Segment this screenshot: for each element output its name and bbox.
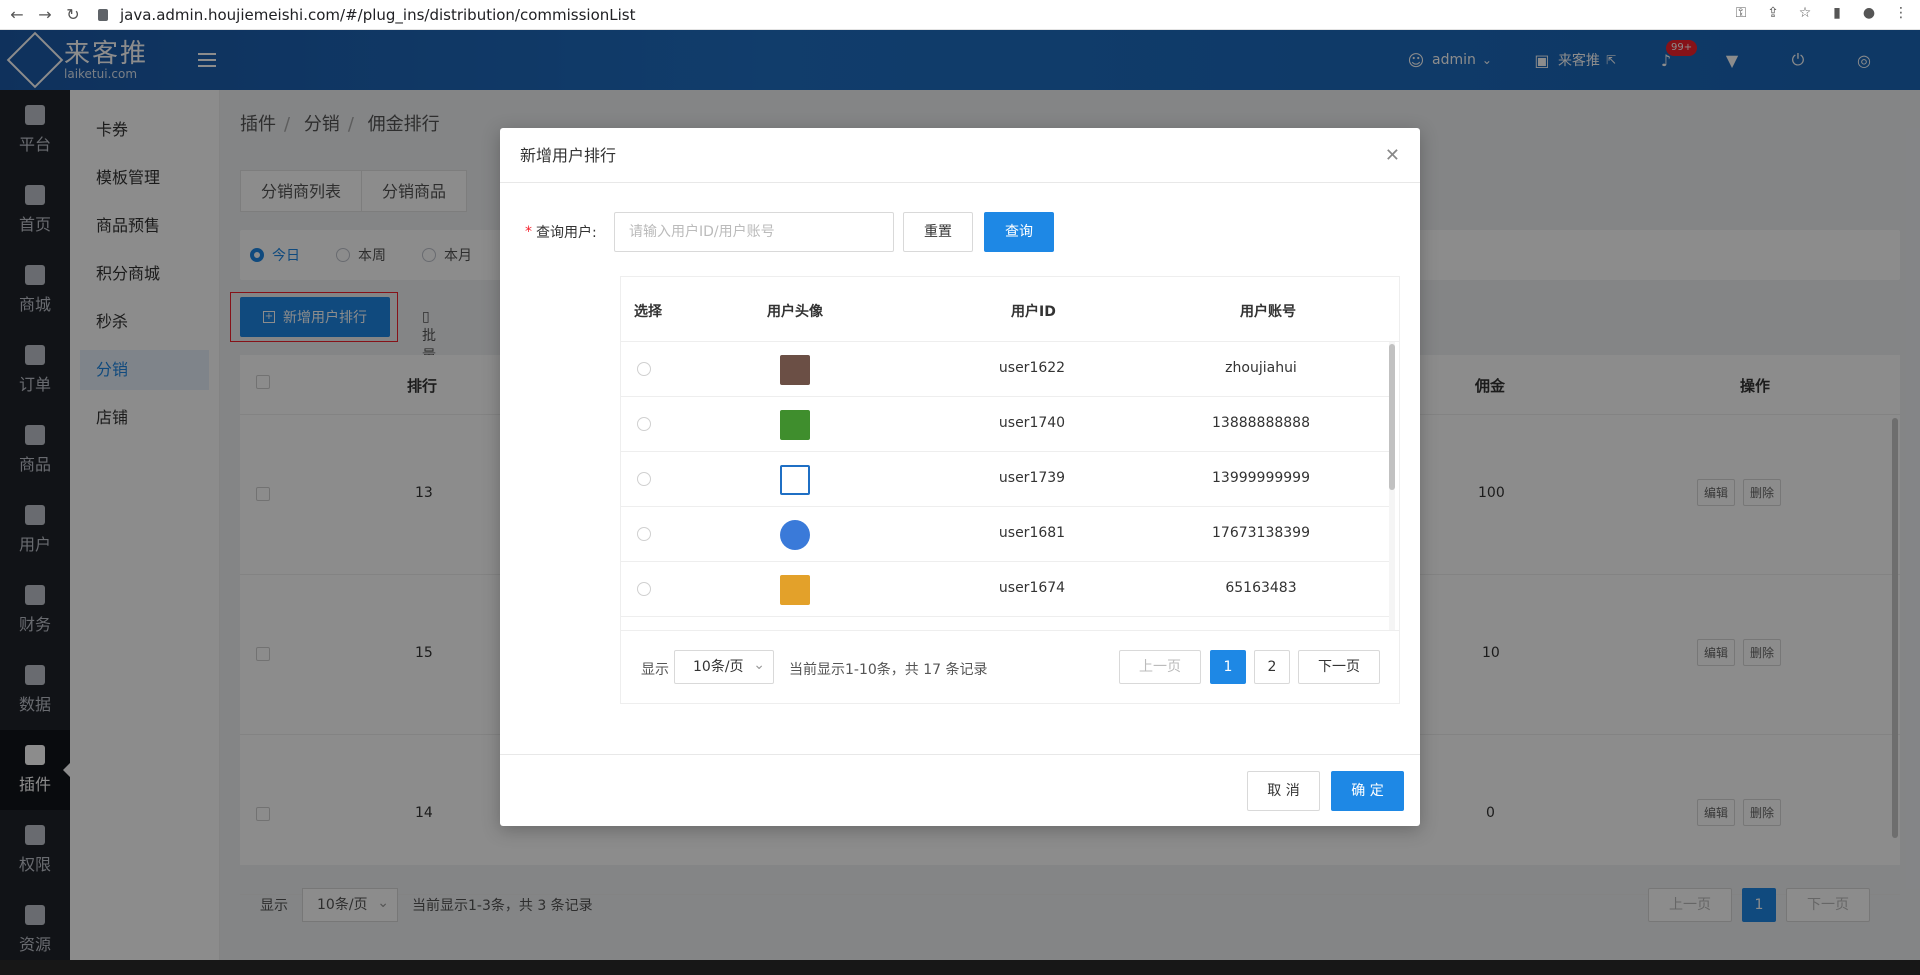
page-size-select[interactable]: 10条/页 [674,649,774,684]
sidepanel-icon[interactable]: ▮ [1828,4,1846,22]
table-row[interactable]: user1740 13888888888 [621,397,1391,452]
dialog-title: 新增用户排行 [520,146,617,165]
avatar [780,520,810,550]
query-label: 查询用户: [536,225,597,241]
user-table-pagination: 显示 10条/页 当前显示1-10条，共 17 条记录 上一页 1 2 下一页 [621,630,1399,704]
page-1-button[interactable]: 1 [1210,650,1246,684]
avatar [780,575,810,605]
more-icon[interactable]: ⋮ [1892,4,1910,22]
row-radio[interactable] [637,362,651,376]
user-table: 选择 用户头像 用户ID 用户账号 user1622 zhoujiahui us… [620,276,1400,704]
add-user-rank-dialog: 新增用户排行 ✕ * 查询用户: 请输入用户ID/用户账号 重置 查询 选择 用… [500,128,1420,826]
dialog-header: 新增用户排行 ✕ [500,128,1420,183]
query-button[interactable]: 查询 [984,212,1054,252]
prev-page-button[interactable]: 上一页 [1119,650,1201,684]
address-bar[interactable]: java.admin.houjiemeishi.com/#/plug_ins/d… [98,6,636,24]
query-row: * 查询用户: 请输入用户ID/用户账号 重置 查询 [525,212,1054,252]
forward-icon[interactable]: → [34,4,56,26]
table-row[interactable]: user1681 17673138399 [621,507,1391,562]
cancel-button[interactable]: 取 消 [1247,771,1320,811]
reload-icon[interactable]: ↻ [62,4,84,26]
close-icon[interactable]: ✕ [1385,128,1400,183]
next-page-button[interactable]: 下一页 [1298,650,1380,684]
key-icon[interactable]: ⚿ [1732,4,1750,22]
user-table-scrollbar[interactable] [1389,342,1395,630]
table-row[interactable]: user1674 65163483 [621,562,1391,617]
lock-icon [98,8,108,21]
required-mark: * [525,224,532,240]
row-radio[interactable] [637,417,651,431]
row-radio[interactable] [637,582,651,596]
reset-button[interactable]: 重置 [903,212,973,252]
dialog-footer: 取 消 确 定 [500,754,1420,826]
confirm-button[interactable]: 确 定 [1331,771,1404,811]
browser-toolbar: ← → ↻ java.admin.houjiemeishi.com/#/plug… [0,0,1920,30]
avatar [780,410,810,440]
pagination-info: 当前显示1-10条，共 17 条记录 [789,662,988,678]
user-table-header: 选择 用户头像 用户ID 用户账号 [621,277,1399,342]
user-search-input[interactable]: 请输入用户ID/用户账号 [614,212,894,252]
table-row[interactable]: user1622 zhoujiahui [621,342,1391,397]
star-icon[interactable]: ☆ [1796,4,1814,22]
row-radio[interactable] [637,527,651,541]
row-radio[interactable] [637,472,651,486]
page-2-button[interactable]: 2 [1254,650,1290,684]
back-icon[interactable]: ← [6,4,28,26]
avatar [780,465,810,495]
url-text: java.admin.houjiemeishi.com/#/plug_ins/d… [120,5,636,24]
table-row[interactable]: user1739 13999999999 [621,452,1391,507]
user-table-body: user1622 zhoujiahui user1740 13888888888… [621,342,1391,630]
share-icon[interactable]: ⇪ [1764,4,1782,22]
avatar [780,355,810,385]
profile-icon[interactable]: ● [1860,4,1878,22]
